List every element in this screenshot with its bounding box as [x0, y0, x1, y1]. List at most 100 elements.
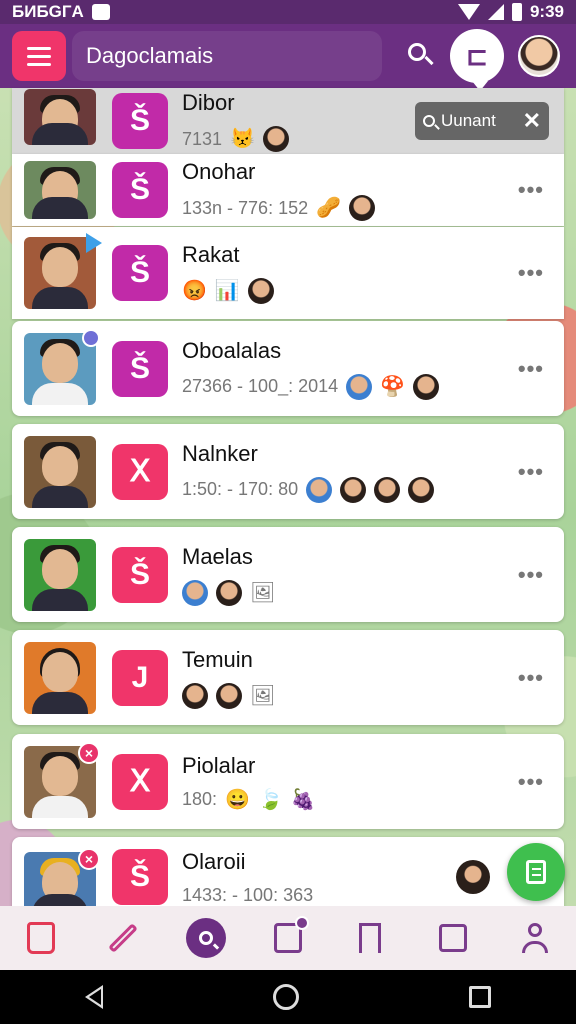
- remove-badge-icon[interactable]: ×: [78, 848, 100, 870]
- participant-avatar: [306, 476, 333, 503]
- contact-name: Oboalalas: [182, 337, 282, 363]
- reaction-emoji: 🖼: [250, 684, 276, 707]
- app-badge-icon: Ⅹ: [112, 443, 168, 500]
- nav-draw[interactable]: [101, 916, 145, 960]
- more-options-icon[interactable]: •••: [518, 665, 544, 691]
- reaction-emoji: 🥜: [316, 197, 342, 219]
- participant-avatar: [413, 373, 440, 400]
- app-badge-icon: Š: [112, 245, 168, 301]
- more-options-icon[interactable]: •••: [518, 769, 544, 795]
- list-item[interactable]: Ⅹ Nalnker 1:50: - 170: 80 •••: [12, 424, 564, 519]
- participant-avatar: [262, 126, 289, 152]
- reaction-emoji: 📊: [214, 280, 240, 302]
- profile-avatar[interactable]: [518, 35, 560, 77]
- contact-meta: 1433: - 100: 363: [182, 884, 314, 905]
- list-item[interactable]: × Š Olaroii 1433: - 100: 363: [12, 837, 564, 917]
- more-options-icon[interactable]: •••: [518, 459, 544, 485]
- document-icon: [526, 860, 546, 884]
- more-options-icon[interactable]: •••: [518, 562, 544, 588]
- reaction-emoji: 🍇: [290, 788, 316, 811]
- search-icon: [423, 115, 435, 127]
- reaction-emoji: 😀: [225, 788, 250, 811]
- participant-avatar: [408, 476, 435, 503]
- battery-icon: [511, 3, 522, 21]
- app-badge-icon: Ⅹ: [112, 753, 168, 810]
- nav-saved[interactable]: [348, 916, 392, 960]
- menu-icon: [27, 46, 51, 50]
- contact-thumbnail: [24, 233, 102, 309]
- app-badge-icon: Š: [112, 93, 168, 149]
- contact-thumbnail: [24, 328, 100, 405]
- nav-search[interactable]: [184, 916, 228, 960]
- participant-avatar: [216, 579, 242, 606]
- new-chat-button[interactable]: ⊏: [450, 29, 504, 91]
- app-badge-icon: J: [112, 649, 168, 706]
- reaction-emoji: 🍄: [380, 375, 406, 398]
- back-icon[interactable]: [85, 985, 103, 1009]
- nav-list[interactable]: [266, 916, 310, 960]
- list-item[interactable]: × Ⅹ Piolalar 180: 😀 🍃 🍇 •••: [12, 734, 564, 829]
- participant-avatar: [247, 278, 274, 304]
- system-navigation-bar: [0, 970, 576, 1024]
- app-badge-icon: Š: [112, 162, 168, 218]
- more-options-icon[interactable]: •••: [518, 177, 544, 203]
- more-options-icon[interactable]: •••: [518, 356, 544, 382]
- list-item[interactable]: Š Oboalalas 27366 - 100_: 2014 🍄 •••: [12, 321, 564, 416]
- participant-avatar: [182, 682, 208, 709]
- app-badge-icon: Š: [112, 849, 168, 905]
- contact-thumbnail: [24, 538, 96, 611]
- participant-avatar: [216, 682, 242, 709]
- list-item[interactable]: J Temuin 🖼 •••: [12, 630, 564, 725]
- participant-avatar: [349, 195, 376, 221]
- wifi-icon: [457, 4, 480, 20]
- app-badge-icon: Š: [112, 340, 168, 397]
- remove-badge-icon[interactable]: ×: [78, 741, 100, 764]
- contact-thumbnail: ×: [24, 741, 100, 818]
- participant-avatar: [340, 476, 367, 503]
- more-options-icon[interactable]: •••: [518, 260, 544, 286]
- reaction-emoji: 😾: [230, 128, 255, 150]
- contact-meta: 133n - 776: 152: [182, 197, 309, 218]
- contact-meta: 180:: [182, 789, 218, 809]
- nav-compose[interactable]: [431, 916, 475, 960]
- menu-button[interactable]: [12, 31, 66, 81]
- contact-meta: 1:50: - 170: 80: [182, 479, 299, 499]
- pencil-icon: [108, 923, 139, 953]
- list-item[interactable]: Š Onohar 133n - 776: 152 🥜 •••: [12, 154, 564, 226]
- contact-name: Piolalar: [182, 753, 256, 778]
- home-icon[interactable]: [273, 984, 299, 1010]
- reaction-emoji: 😡: [182, 280, 207, 302]
- list-icon: [273, 916, 309, 953]
- compose-fab-button[interactable]: [507, 843, 565, 901]
- contact-name: Rakat: [182, 242, 240, 267]
- participant-avatar: [182, 579, 208, 606]
- status-badge: [82, 328, 100, 347]
- chat-icon: ⊏: [466, 40, 488, 71]
- nav-home[interactable]: [19, 916, 63, 960]
- participant-avatar: [456, 860, 490, 894]
- notification-dot: [294, 916, 309, 930]
- app-badge-icon: Š: [112, 546, 168, 603]
- video-badge-icon: [86, 233, 102, 253]
- contact-thumbnail: [24, 435, 96, 508]
- close-icon[interactable]: ✕: [523, 108, 541, 134]
- notification-icon: [91, 4, 110, 20]
- participant-avatar: [346, 373, 373, 400]
- top-app-bar: Dagoclamais ⊏: [0, 24, 576, 91]
- bookmark-icon: [359, 923, 382, 955]
- contact-thumbnail: [24, 89, 96, 145]
- search-icon[interactable]: [406, 41, 436, 71]
- status-carrier-text: БИБGГA: [12, 2, 84, 21]
- search-chip[interactable]: Uunant ✕: [415, 102, 549, 140]
- list-item[interactable]: Š Rakat 😡 📊 •••: [12, 227, 564, 319]
- nav-profile[interactable]: [513, 916, 557, 960]
- recents-icon[interactable]: [469, 986, 491, 1008]
- contact-thumbnail: [24, 161, 96, 219]
- participant-avatar: [374, 476, 401, 503]
- list-item[interactable]: Š Maelas 🖼 •••: [12, 527, 564, 622]
- status-time: 9:39: [529, 2, 564, 21]
- app-title: Dagoclamais: [72, 31, 382, 81]
- status-bar: БИБGГA 9:39: [0, 0, 576, 24]
- bottom-navigation: [0, 906, 576, 970]
- contact-name: Maelas: [182, 543, 253, 569]
